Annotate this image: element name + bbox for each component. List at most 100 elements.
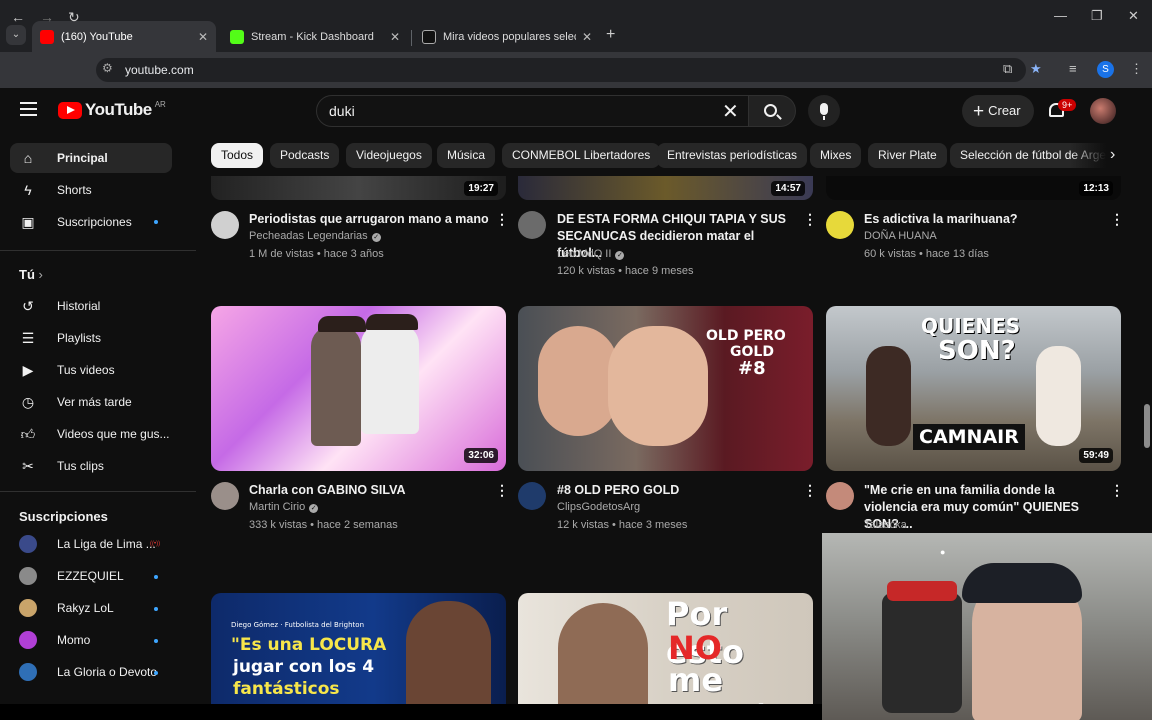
close-tab-icon[interactable]: ✕	[582, 30, 592, 44]
sidebar-sub-momo[interactable]: Momo	[10, 625, 172, 655]
sidebar-item-tus-videos[interactable]: ▶ Tus videos	[10, 355, 172, 385]
sidebar-item-label: Playlists	[57, 331, 102, 345]
forward-icon[interactable]: →	[40, 9, 54, 25]
video-channel[interactable]: Talascka	[864, 519, 907, 531]
video-thumbnail[interactable]: QUIENES SON? CAMNAIR 59:49	[826, 306, 1121, 471]
more-options-icon[interactable]: ⋮	[1110, 211, 1124, 228]
restore-icon[interactable]: ❐	[1091, 8, 1103, 24]
channel-avatar[interactable]	[518, 211, 546, 239]
chip-musica[interactable]: Música	[437, 143, 496, 168]
more-options-icon[interactable]: ⋮	[1110, 482, 1124, 499]
video-thumbnail[interactable]: 19:27	[211, 176, 506, 200]
voice-search-icon[interactable]	[808, 95, 840, 127]
chip-mixes[interactable]: Mixes	[810, 143, 862, 168]
video-thumbnail[interactable]: Por esto NO me rendí	[518, 593, 813, 720]
sidebar-divider	[0, 491, 196, 492]
chip-conmebol[interactable]: CONMEBOL Libertadores	[502, 143, 661, 168]
site-info-icon[interactable]: ⚙	[102, 61, 113, 75]
search-button[interactable]	[748, 95, 796, 127]
sidebar-sub-la-liga-de-lima[interactable]: La Liga de Lima ...	[10, 529, 172, 559]
youtube-favicon-icon	[40, 29, 54, 44]
plus-icon: +	[973, 101, 985, 122]
video-title[interactable]: Periodistas que arrugaron mano a mano	[249, 211, 489, 228]
sidebar-item-ver-mas-tarde[interactable]: ◷ Ver más tarde	[10, 387, 172, 417]
more-options-icon[interactable]: ⋮	[495, 211, 509, 228]
video-meta: 333 k vistas • hace 2 semanas	[249, 519, 398, 531]
window-close-icon[interactable]: ✕	[1128, 8, 1139, 24]
sidebar-sub-ezzequiel[interactable]: EZZEQUIEL	[10, 561, 172, 591]
hat-icon	[318, 316, 366, 332]
sidebar-item-suscripciones[interactable]: ▣ Suscripciones	[10, 207, 172, 237]
cap-icon	[962, 563, 1082, 603]
window-top-strip	[0, 0, 1152, 18]
browser-tab-tiktok[interactable]: Mira videos populares seleccio ✕	[414, 21, 600, 52]
clear-search-icon[interactable]: ✕	[722, 99, 739, 124]
sidebar-divider	[0, 250, 196, 251]
sidebar-item-principal[interactable]: ⌂ Principal	[10, 143, 172, 173]
video-title[interactable]: Es adictiva la marihuana?	[864, 211, 1104, 228]
video-channel[interactable]: Leo MdQ II ✓	[557, 248, 625, 260]
chevron-right-icon[interactable]: ›	[1110, 146, 1115, 164]
sidebar-item-historial[interactable]: ↺ Historial	[10, 291, 172, 321]
sidebar-item-label: Historial	[57, 299, 101, 313]
video-channel[interactable]: Martin Cirio ✓	[249, 501, 319, 513]
new-content-dot	[154, 671, 158, 675]
sidebar-item-shorts[interactable]: ϟ Shorts	[10, 175, 172, 205]
sidebar-you-header[interactable]: Tú ›	[19, 267, 43, 282]
sidebar-item-tus-clips[interactable]: ✂ Tus clips	[10, 451, 172, 481]
channel-avatar[interactable]	[826, 482, 854, 510]
chip-entrevistas[interactable]: Entrevistas periodísticas	[657, 143, 808, 168]
hamburger-menu-icon[interactable]	[20, 102, 37, 120]
page-scrollbar-thumb[interactable]	[1144, 404, 1150, 448]
minimize-icon[interactable]: —	[1054, 8, 1067, 23]
chip-todos[interactable]: Todos	[211, 143, 264, 168]
close-tab-icon[interactable]: ✕	[390, 30, 400, 44]
video-channel[interactable]: ClipsGodetosArg	[557, 501, 640, 513]
video-title[interactable]: #8 OLD PERO GOLD	[557, 482, 797, 499]
video-duration: 19:27	[464, 181, 498, 196]
youtube-logo[interactable]: YouTube AR	[58, 100, 166, 120]
sidebar-sub-rakyz-lol[interactable]: Rakyz LoL	[10, 593, 172, 623]
video-thumbnail[interactable]: 12:13	[826, 176, 1121, 200]
video-thumbnail[interactable]: 32:06	[211, 306, 506, 471]
channel-name: Martin Cirio	[249, 501, 306, 513]
channel-avatar[interactable]	[826, 211, 854, 239]
create-button[interactable]: + Crear	[962, 95, 1034, 127]
media-controls-icon[interactable]: ≡	[1069, 61, 1077, 76]
browser-tab-kick[interactable]: Stream - Kick Dashboard ✕	[222, 21, 408, 52]
channel-avatar[interactable]	[211, 482, 239, 510]
close-tab-icon[interactable]: ✕	[198, 30, 208, 44]
channel-avatar[interactable]	[518, 482, 546, 510]
video-channel[interactable]: Pecheadas Legendarias ✓	[249, 230, 381, 242]
sidebar-sub-la-gloria-o-devoto[interactable]: La Gloria o Devoto	[10, 657, 172, 687]
sidebar-subscriptions-header: Suscripciones	[19, 509, 108, 524]
more-options-icon[interactable]: ⋮	[803, 211, 817, 228]
tab-separator	[411, 30, 412, 46]
more-options-icon[interactable]: ⋮	[495, 482, 509, 499]
thumbnail-face	[608, 326, 708, 446]
install-app-icon[interactable]: ⧉	[1003, 61, 1012, 77]
bookmark-star-icon[interactable]: ★	[1030, 61, 1042, 77]
video-thumbnail[interactable]: OLD PERO GOLD #8	[518, 306, 813, 471]
video-channel[interactable]: DOÑA HUANA	[864, 230, 937, 242]
chip-river-plate[interactable]: River Plate	[868, 143, 947, 168]
video-thumbnail[interactable]: Diego Gómez · Futbolista del Brighton "E…	[211, 593, 506, 720]
chip-videojuegos[interactable]: Videojuegos	[346, 143, 432, 168]
browser-profile-avatar[interactable]: S	[1097, 61, 1114, 78]
new-tab-icon[interactable]: +	[606, 26, 615, 44]
back-icon[interactable]: ←	[11, 9, 25, 25]
sidebar-item-playlists[interactable]: ☰ Playlists	[10, 323, 172, 353]
browser-menu-icon[interactable]: ⋮	[1130, 61, 1143, 77]
search-input[interactable]: duki	[316, 95, 750, 127]
video-thumbnail[interactable]: 14:57	[518, 176, 813, 200]
tab-search-button[interactable]: ⌄	[6, 25, 26, 45]
sidebar-item-liked-videos[interactable]: 👍︎ Videos que me gus...	[10, 419, 172, 449]
more-options-icon[interactable]: ⋮	[803, 482, 817, 499]
reload-icon[interactable]: ↻	[68, 9, 80, 26]
chip-podcasts[interactable]: Podcasts	[270, 143, 340, 168]
address-bar[interactable]: youtube.com	[96, 58, 1026, 82]
video-title[interactable]: Charla con GABINO SILVA	[249, 482, 489, 499]
browser-tab-youtube[interactable]: (160) YouTube ✕	[32, 21, 216, 52]
channel-avatar[interactable]	[211, 211, 239, 239]
account-avatar[interactable]	[1090, 98, 1116, 124]
